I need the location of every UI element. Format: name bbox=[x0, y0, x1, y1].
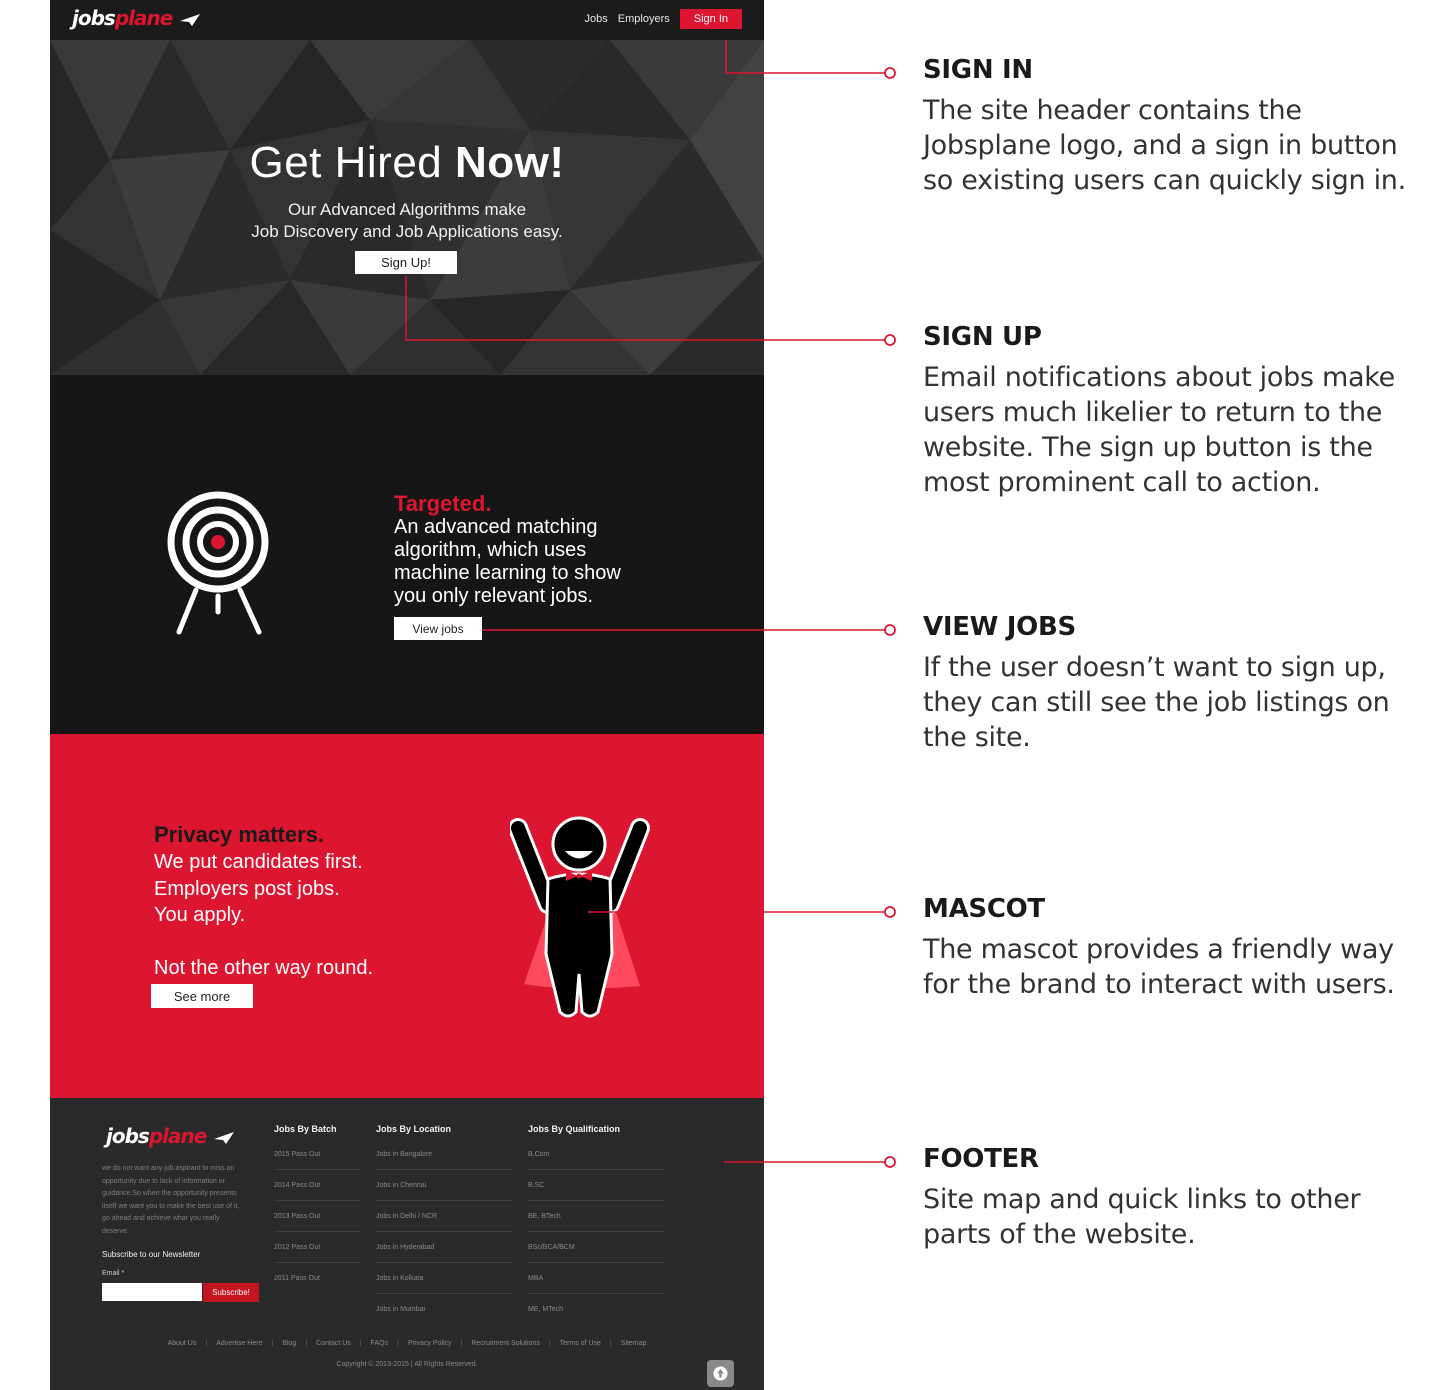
footer-link[interactable]: 2014 Pass Out bbox=[274, 1182, 320, 1189]
targeted-description: An advanced matching algorithm, which us… bbox=[394, 516, 621, 607]
footer-link[interactable]: ME, MTech bbox=[528, 1306, 563, 1313]
copyright: Copyright © 2013-2015 | All Rights Reser… bbox=[336, 1361, 478, 1368]
footer-link[interactable]: 2011 Pass Out bbox=[274, 1275, 320, 1282]
footer-bottom-link[interactable]: Advertise Here bbox=[216, 1340, 262, 1347]
footer-bottom-link[interactable]: Terms of Use bbox=[560, 1340, 601, 1347]
newsletter-title: Subscribe to our Newsletter bbox=[102, 1250, 201, 1259]
site-header: jobsplane Jobs Employers Sign In bbox=[50, 0, 764, 40]
footer-link[interactable]: Jobs in Bangalore bbox=[376, 1151, 432, 1158]
email-label: Email * bbox=[102, 1270, 125, 1277]
footer-divider bbox=[376, 1169, 512, 1170]
footer-divider bbox=[376, 1262, 512, 1263]
see-more-button[interactable]: See more bbox=[151, 984, 253, 1008]
footer-col-qualification-title: Jobs By Qualification bbox=[528, 1124, 621, 1134]
sign-up-button[interactable]: Sign Up! bbox=[355, 251, 457, 274]
back-to-top-button[interactable] bbox=[707, 1360, 734, 1387]
annotation-title: MASCOT bbox=[923, 894, 1045, 924]
footer-link[interactable]: Jobs in Chennai bbox=[376, 1182, 426, 1189]
footer-link[interactable]: MBA bbox=[528, 1275, 543, 1282]
mascot-icon bbox=[510, 816, 650, 1018]
footer-bottom-link[interactable]: Privacy Policy bbox=[408, 1340, 452, 1347]
footer-divider bbox=[274, 1262, 360, 1263]
main-nav: Jobs Employers Sign In bbox=[585, 9, 742, 29]
website-mockup: Get Hired Now! Our Advanced Algorithms m… bbox=[50, 0, 764, 1390]
annotation-title: FOOTER bbox=[923, 1144, 1039, 1174]
footer-divider bbox=[528, 1169, 664, 1170]
paper-plane-icon bbox=[180, 13, 201, 26]
newsletter-email-input[interactable] bbox=[102, 1283, 202, 1301]
footer-link[interactable]: 2015 Pass Out bbox=[274, 1151, 320, 1158]
jobsplane-logo[interactable]: jobsplane bbox=[72, 6, 201, 30]
hero-subtitle-line-1: Our Advanced Algorithms make bbox=[287, 200, 527, 219]
arrow-up-icon bbox=[713, 1366, 728, 1381]
footer-link[interactable]: 2012 Pass Out bbox=[274, 1244, 320, 1251]
sign-in-button[interactable]: Sign In bbox=[679, 9, 742, 29]
hero-section: Get Hired Now! Our Advanced Algorithms m… bbox=[50, 0, 764, 375]
subscribe-button[interactable]: Subscribe! bbox=[203, 1283, 259, 1302]
footer-bottom-link[interactable]: About Us bbox=[168, 1340, 197, 1347]
privacy-heading: Privacy matters. bbox=[154, 822, 324, 847]
annotation-text: If the user doesn’t want to sign up, the… bbox=[923, 652, 1390, 753]
hero-title-light: Get Hired bbox=[249, 138, 455, 187]
annotation-title: VIEW JOBS bbox=[923, 612, 1076, 642]
view-jobs-button[interactable]: View jobs bbox=[394, 617, 482, 640]
targeted-section: Targeted. An advanced matching algorithm… bbox=[50, 375, 764, 734]
footer-divider bbox=[274, 1200, 360, 1201]
footer-bottom-link[interactable]: FAQs bbox=[371, 1340, 389, 1347]
footer-bottom-link[interactable]: Recruitment Solutions bbox=[471, 1340, 539, 1347]
footer-col-location-title: Jobs By Location bbox=[376, 1124, 452, 1134]
footer-col-batch-title: Jobs By Batch bbox=[274, 1124, 337, 1134]
privacy-description: We put candidates first. Employers post … bbox=[154, 851, 374, 979]
footer-link[interactable]: B.Com bbox=[528, 1151, 549, 1158]
footer-divider bbox=[528, 1200, 664, 1201]
footer-divider bbox=[528, 1262, 664, 1263]
annotation-title: SIGN UP bbox=[923, 322, 1042, 352]
footer-divider bbox=[528, 1293, 664, 1294]
footer-bottom-link[interactable]: Contact Us bbox=[316, 1340, 351, 1347]
footer-link[interactable]: 2013 Pass Out bbox=[274, 1213, 320, 1220]
hero-title: Get Hired Now! bbox=[50, 138, 764, 188]
footer-bottom-link[interactable]: Sitemap bbox=[621, 1340, 647, 1347]
footer-divider bbox=[274, 1231, 360, 1232]
annotation-text: The site header contains the Jobsplane l… bbox=[923, 95, 1406, 196]
footer-divider bbox=[376, 1231, 512, 1232]
site-footer: jobsplane we do not want any job aspiran… bbox=[50, 1098, 764, 1390]
target-icon bbox=[167, 491, 269, 635]
footer-link[interactable]: Jobs in Kolkata bbox=[376, 1275, 423, 1282]
footer-divider bbox=[376, 1293, 512, 1294]
hero-subtitle-line-2: Job Discovery and Job Applications easy. bbox=[251, 222, 563, 241]
footer-link[interactable]: Jobs in Mumbai bbox=[376, 1306, 425, 1313]
hero-title-bold: Now! bbox=[454, 138, 565, 187]
footer-divider bbox=[274, 1169, 360, 1170]
targeted-heading: Targeted. bbox=[394, 491, 492, 516]
footer-bottom-link[interactable]: Blog bbox=[282, 1340, 296, 1347]
nav-jobs-link[interactable]: Jobs bbox=[585, 13, 608, 25]
footer-link[interactable]: Jobs in Delhi / NCR bbox=[376, 1213, 437, 1220]
footer-link[interactable]: BSc/BCA/BCM bbox=[528, 1244, 575, 1251]
footer-description: we do not want any job aspirant to miss … bbox=[102, 1165, 240, 1235]
annotation-text: Site map and quick links to other parts … bbox=[923, 1184, 1361, 1250]
footer-divider bbox=[376, 1200, 512, 1201]
footer-link[interactable]: BE, BTech bbox=[528, 1213, 561, 1220]
annotation-title: SIGN IN bbox=[923, 55, 1033, 85]
privacy-section: Privacy matters. We put candidates first… bbox=[50, 734, 764, 1098]
footer-divider bbox=[528, 1231, 664, 1232]
footer-bottom-links: About Us | Advertise Here | Blog | Contact … bbox=[167, 1340, 647, 1347]
footer-link[interactable]: Jobs in Hyderabad bbox=[376, 1244, 434, 1251]
annotation-text: Email notifications about jobs make user… bbox=[923, 362, 1395, 498]
nav-employers-link[interactable]: Employers bbox=[618, 13, 670, 25]
paper-plane-icon bbox=[214, 1131, 235, 1144]
footer-link[interactable]: B.SC bbox=[528, 1182, 544, 1189]
footer-logo[interactable]: jobsplane bbox=[106, 1124, 235, 1148]
annotation-text: The mascot provides a friendly way for t… bbox=[923, 934, 1395, 1000]
